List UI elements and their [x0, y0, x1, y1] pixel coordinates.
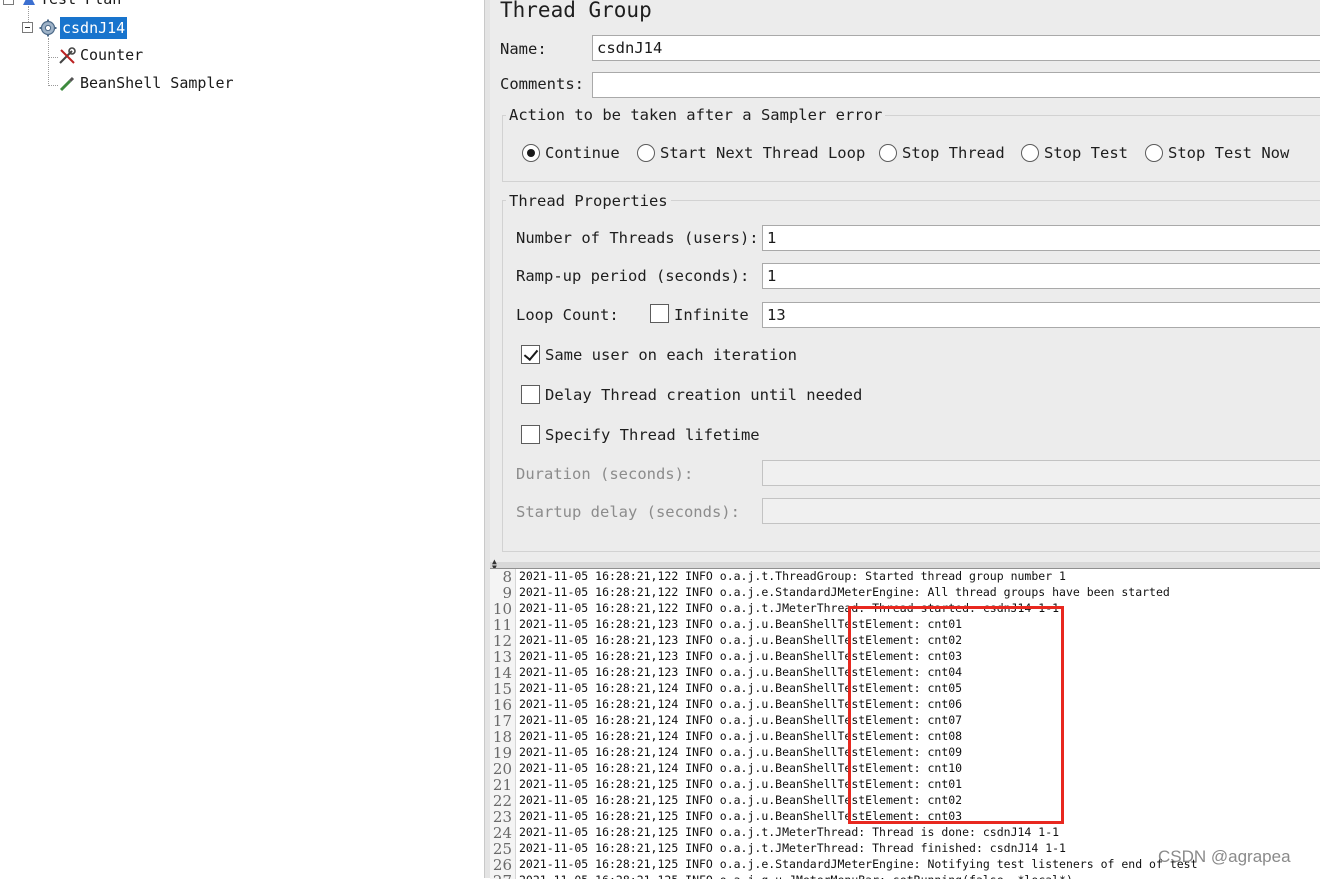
infinite-label[interactable]: Infinite — [674, 306, 749, 324]
tools-icon — [58, 47, 76, 65]
test-plan-tree[interactable]: Test Plan csdnJ14 Counter BeanShell Samp… — [0, 0, 484, 878]
tree-item-test-plan[interactable]: Test Plan — [40, 0, 121, 8]
log-line: 2021-11-05 16:28:21,125 INFO o.a.j.g.u.J… — [519, 873, 1073, 879]
gear-icon — [39, 19, 57, 37]
log-viewer[interactable]: 89101112131415161718192021222324252627 2… — [490, 568, 1320, 879]
comments-label: Comments: — [500, 75, 584, 93]
highlight-box — [848, 606, 1064, 824]
loop-count-label: Loop Count: — [516, 306, 619, 324]
continue-label[interactable]: Continue — [545, 144, 620, 162]
comments-field[interactable] — [592, 72, 1320, 98]
loop-count-field[interactable]: 13 — [762, 302, 1320, 328]
duration-label: Duration (seconds): — [516, 465, 694, 483]
duration-field[interactable] — [762, 460, 1320, 486]
thread-lifetime-checkbox[interactable] — [521, 425, 540, 444]
name-label: Name: — [500, 40, 547, 58]
delay-creation-label[interactable]: Delay Thread creation until needed — [545, 386, 862, 404]
stop-test-now-label[interactable]: Stop Test Now — [1168, 144, 1289, 162]
flask-icon — [22, 0, 36, 6]
stop-test-now-radio[interactable] — [1145, 144, 1163, 162]
infinite-checkbox[interactable] — [650, 304, 669, 323]
tree-item-thread-group[interactable]: csdnJ14 — [60, 17, 128, 39]
line-number-gutter: 89101112131415161718192021222324252627 — [490, 569, 516, 879]
log-line: 2021-11-05 16:28:21,125 INFO o.a.j.t.JMe… — [519, 841, 1066, 855]
threads-field[interactable]: 1 — [762, 225, 1320, 251]
stop-thread-label[interactable]: Stop Thread — [902, 144, 1005, 162]
tree-item-beanshell-sampler[interactable]: BeanShell Sampler — [80, 74, 234, 92]
rampup-field[interactable]: 1 — [762, 263, 1320, 289]
watermark: CSDN @agrapea — [1158, 847, 1291, 866]
collapse-toggle[interactable] — [3, 0, 14, 5]
start-next-loop-label[interactable]: Start Next Thread Loop — [660, 144, 865, 162]
collapse-toggle[interactable] — [22, 22, 33, 33]
rampup-label: Ramp-up period (seconds): — [516, 267, 750, 285]
name-field[interactable]: csdnJ14 — [592, 35, 1320, 61]
thread-lifetime-label[interactable]: Specify Thread lifetime — [545, 426, 760, 444]
log-line: 2021-11-05 16:28:21,125 INFO o.a.j.e.Sta… — [519, 857, 1198, 871]
same-user-checkbox[interactable] — [521, 345, 540, 364]
tree-item-counter[interactable]: Counter — [80, 46, 143, 64]
startup-delay-field[interactable] — [762, 498, 1320, 524]
same-user-label[interactable]: Same user on each iteration — [545, 346, 797, 364]
log-line: 2021-11-05 16:28:21,122 INFO o.a.j.t.Thr… — [519, 569, 1066, 583]
tree-connector — [48, 85, 58, 86]
continue-radio[interactable] — [522, 144, 540, 162]
tree-connector — [48, 38, 49, 86]
thread-group-panel: Thread Group Name: csdnJ14 Comments: Act… — [490, 0, 1320, 562]
stop-thread-radio[interactable] — [879, 144, 897, 162]
pipette-icon — [58, 75, 76, 93]
log-line: 2021-11-05 16:28:21,122 INFO o.a.j.e.Sta… — [519, 585, 1170, 599]
start-next-loop-radio[interactable] — [637, 144, 655, 162]
log-line: 2021-11-05 16:28:21,125 INFO o.a.j.t.JMe… — [519, 825, 1060, 839]
stop-test-radio[interactable] — [1021, 144, 1039, 162]
threads-label: Number of Threads (users): — [516, 229, 759, 247]
delay-creation-checkbox[interactable] — [521, 385, 540, 404]
sampler-error-legend: Action to be taken after a Sampler error — [506, 106, 886, 124]
thread-properties-legend: Thread Properties — [506, 192, 671, 210]
stop-test-label[interactable]: Stop Test — [1044, 144, 1128, 162]
tree-connector — [48, 57, 58, 58]
startup-delay-label: Startup delay (seconds): — [516, 503, 740, 521]
panel-title: Thread Group — [500, 0, 652, 22]
